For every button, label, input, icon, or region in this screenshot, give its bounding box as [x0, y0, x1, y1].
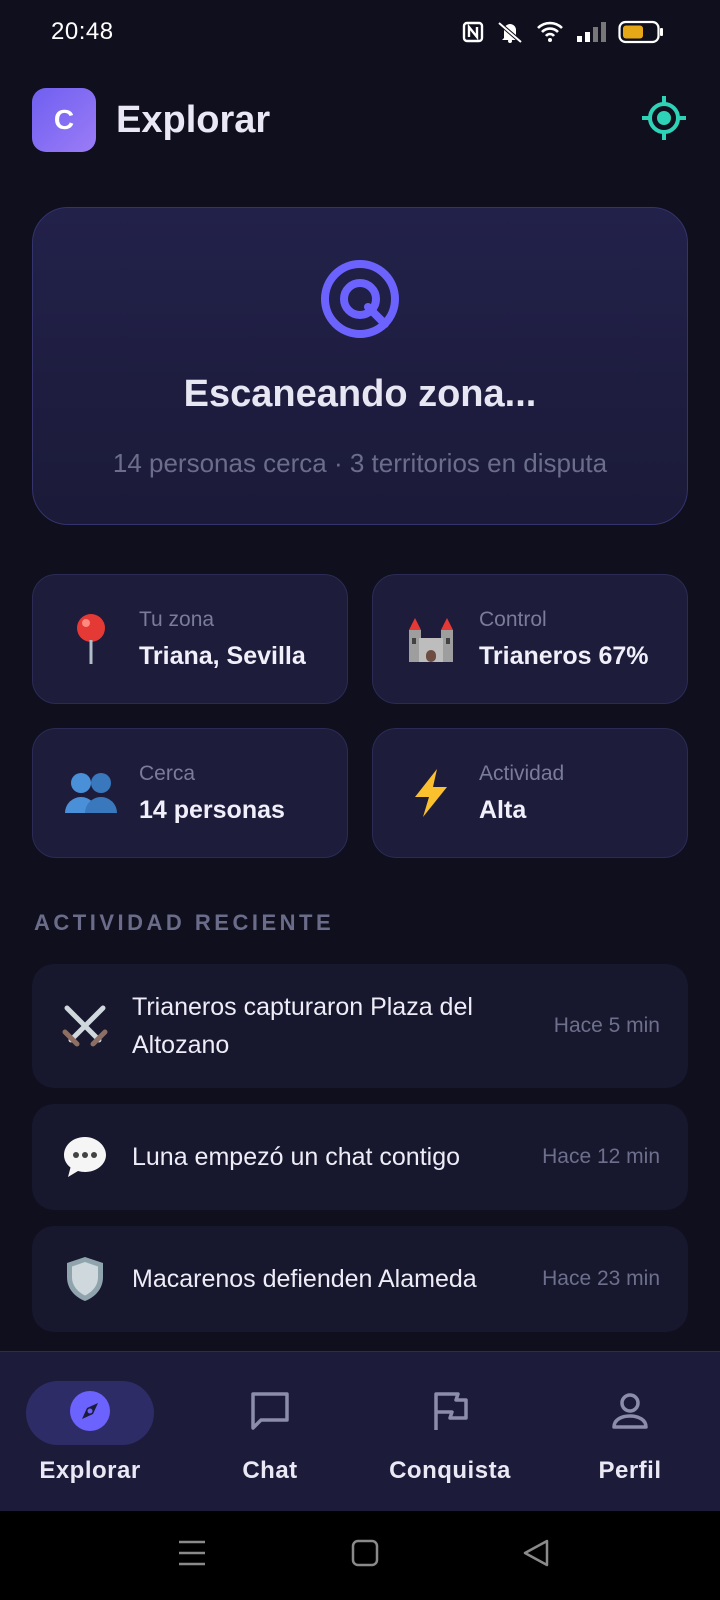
scan-subtitle: 14 personas cerca · 3 territorios en dis…	[112, 448, 608, 478]
menu-icon	[177, 1539, 207, 1572]
nav-label: Perfil	[598, 1457, 662, 1484]
stat-text: Cerca 14 personas	[139, 762, 285, 825]
status-bar: 20:48	[0, 0, 720, 64]
nav-pill	[26, 1381, 154, 1445]
stat-card-nearby[interactable]: Cerca 14 personas	[32, 728, 348, 858]
stat-value: Trianeros 67%	[479, 641, 649, 670]
wifi-icon	[536, 21, 564, 43]
status-time: 20:48	[51, 18, 114, 45]
nav-item-conquista[interactable]: Conquista	[360, 1352, 540, 1512]
header-left: C Explorar	[32, 88, 270, 152]
stat-value: Triana, Sevilla	[139, 641, 306, 670]
activity-text: Luna empezó un chat contigo	[132, 1143, 461, 1171]
activity-time: Hace 5 min	[553, 1014, 660, 1037]
page-title: Explorar	[116, 98, 271, 141]
stat-text: Tu zona Triana, Sevilla	[139, 608, 306, 671]
activity-text: Trianeros capturaron Plaza del Altozano	[132, 993, 473, 1059]
compass-icon	[69, 1390, 111, 1437]
app-header: C Explorar	[32, 88, 688, 152]
nfc-icon	[462, 21, 484, 43]
menu-button[interactable]	[172, 1535, 212, 1575]
locate-button[interactable]	[640, 95, 688, 146]
mute-icon	[496, 20, 524, 44]
stat-text: Actividad Alta	[479, 762, 564, 825]
activity-item[interactable]: Macarenos defienden Alameda Hace 23 min	[32, 1226, 688, 1332]
activity-item[interactable]: Luna empezó un chat contigo Hace 12 min	[32, 1104, 688, 1210]
flag-icon	[430, 1390, 470, 1437]
activity-item[interactable]: Trianeros capturaron Plaza del Altozano …	[32, 964, 688, 1088]
scan-card[interactable]: Escaneando zona... 14 personas cerca · 3…	[32, 207, 688, 525]
speech-bubble-icon	[60, 1132, 110, 1182]
nav-pill	[206, 1381, 334, 1445]
nav-pill	[386, 1381, 514, 1445]
bottom-nav: Explorar Chat Conquista Perfil	[0, 1351, 720, 1511]
radar-icon	[319, 258, 401, 345]
nav-item-chat[interactable]: Chat	[180, 1352, 360, 1512]
home-button[interactable]	[345, 1535, 385, 1575]
shield-icon	[60, 1254, 110, 1304]
castle-icon	[403, 611, 459, 667]
stat-value: Alta	[479, 795, 527, 824]
stat-label: Actividad	[479, 761, 565, 785]
stat-card-activity[interactable]: Actividad Alta	[372, 728, 688, 858]
signal-icon	[576, 21, 606, 43]
stat-text: Control Trianeros 67%	[479, 608, 649, 671]
scan-title: Escaneando zona...	[183, 373, 537, 415]
back-triangle-icon	[522, 1539, 550, 1572]
home-square-icon	[351, 1539, 379, 1572]
status-icons	[462, 20, 664, 44]
stat-label: Control	[479, 607, 547, 631]
activity-time: Hace 23 min	[542, 1267, 660, 1290]
lightning-icon	[403, 765, 459, 821]
back-button[interactable]	[516, 1535, 556, 1575]
stat-label: Tu zona	[139, 607, 215, 631]
pin-icon	[63, 611, 119, 667]
stat-card-control[interactable]: Control Trianeros 67%	[372, 574, 688, 704]
activity-text: Macarenos defienden Alameda	[132, 1265, 477, 1293]
stat-value: 14 personas	[139, 795, 285, 824]
chat-icon	[249, 1390, 291, 1437]
nav-label: Conquista	[389, 1457, 511, 1484]
system-nav	[0, 1511, 720, 1600]
nav-item-perfil[interactable]: Perfil	[540, 1352, 720, 1512]
stat-card-zone[interactable]: Tu zona Triana, Sevilla	[32, 574, 348, 704]
person-icon	[610, 1391, 650, 1436]
section-heading: ACTIVIDAD RECIENTE	[34, 910, 335, 935]
stat-label: Cerca	[139, 761, 196, 785]
target-icon	[641, 95, 687, 146]
crossed-swords-icon	[60, 1001, 110, 1051]
nav-label: Explorar	[39, 1457, 141, 1484]
nav-pill	[566, 1381, 694, 1445]
people-icon	[63, 765, 119, 821]
nav-label: Chat	[242, 1457, 298, 1484]
nav-item-explorar[interactable]: Explorar	[0, 1352, 180, 1512]
activity-time: Hace 12 min	[542, 1145, 660, 1168]
app-logo: C	[32, 88, 96, 152]
battery-icon	[618, 20, 664, 44]
